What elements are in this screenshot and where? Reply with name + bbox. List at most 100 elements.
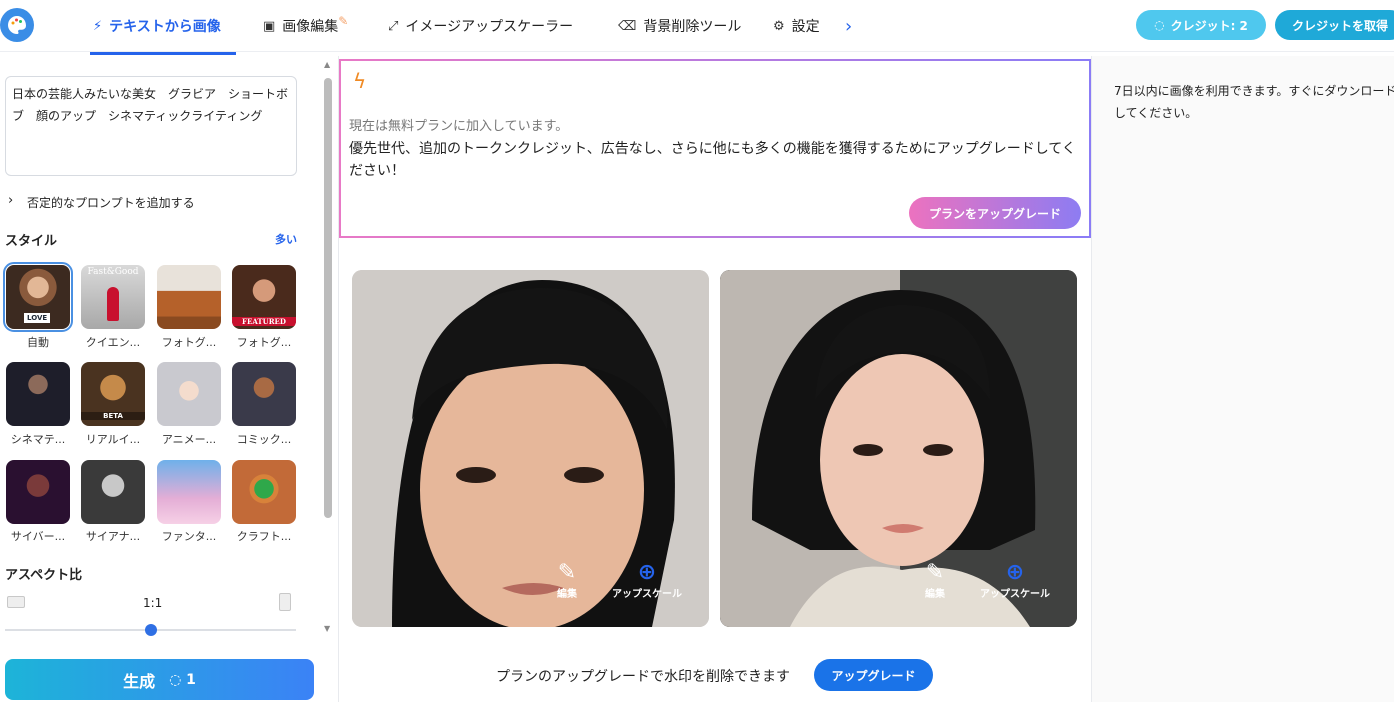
style-label: コミック... [236, 433, 292, 446]
aspect-slider-knob[interactable] [144, 624, 157, 636]
plan-status: 現在は無料プランに加入しています。 [349, 119, 569, 134]
style-label: サイバー... [10, 530, 66, 543]
tab-settings[interactable]: ⚙ 設定 [773, 0, 820, 52]
aspect-heading: アスペクト比 [5, 568, 83, 583]
style-thumb-cyberpunk[interactable] [6, 460, 70, 524]
tab-text-to-image[interactable]: ⚡︎ テキストから画像 [93, 0, 221, 52]
generate-cost: 1 [186, 671, 196, 688]
upgrade-button[interactable]: アップグレード [814, 659, 933, 691]
style-label: シネマテ... [10, 433, 66, 446]
generated-image-2[interactable]: ✎ 編集 ⊕ アップスケール [720, 270, 1077, 627]
style-label: フォトグ... [161, 336, 217, 349]
get-credits-button[interactable]: クレジットを取得 [1275, 10, 1394, 40]
generated-image-1[interactable]: ✎ 編集 ⊕ アップスケール [352, 270, 709, 627]
tab-label: 画像編集 [282, 19, 339, 35]
style-label: クイエン... [85, 336, 141, 349]
aspect-slider-track[interactable] [5, 624, 296, 636]
upscale-label: アップスケール [612, 589, 682, 600]
upgrade-banner: ϟ 現在は無料プランに加入しています。 優先世代、追加のトークンクレジット、広告… [339, 59, 1091, 238]
style-thumb-fantasy[interactable] [157, 460, 221, 524]
image-icon: ▣ [263, 18, 276, 34]
left-panel-scrollbar[interactable]: ▲ ▼ [322, 56, 336, 640]
style-thumb-photo-1[interactable] [157, 265, 221, 329]
edit-button[interactable]: ✎ 編集 [925, 560, 945, 600]
upgrade-plan-label: プランをアップグレード [928, 206, 1061, 221]
style-heading: スタイル [5, 234, 58, 249]
style-thumb-auto[interactable]: LOVE [3, 262, 73, 332]
chevron-right-icon[interactable]: › [845, 0, 852, 52]
edit-label: 編集 [557, 589, 577, 600]
tab-background-remover[interactable]: ⌫ 背景削除ツール [618, 0, 741, 52]
upscale-button[interactable]: ⊕ アップスケール [612, 560, 682, 600]
dancer-figure [107, 287, 119, 321]
scrollbar-thumb[interactable] [324, 78, 332, 518]
style-label: 自動 [27, 336, 49, 349]
upscale-button[interactable]: ⊕ アップスケール [980, 560, 1050, 600]
tab-label: 背景削除ツール [643, 19, 742, 35]
tab-image-edit[interactable]: ▣ 画像編集 ✎ [263, 0, 348, 52]
style-thumb-cinematic[interactable] [6, 362, 70, 426]
watermark-notice: プランのアップグレードで水印を削除できます [496, 669, 790, 685]
zoom-in-icon: ⊕ [637, 560, 657, 585]
style-label: クラフト... [236, 530, 292, 543]
magic-wand-icon: ⚡︎ [93, 18, 103, 34]
upgrade-message: 優先世代、追加のトークンクレジット、広告なし、さらに他にも多くの機能を獲得するた… [349, 141, 1076, 179]
scroll-up-icon[interactable]: ▲ [324, 60, 330, 69]
expand-icon: ⤢ [388, 18, 399, 34]
style-label: ファンタ... [161, 530, 217, 543]
more-styles-link[interactable]: 多い [275, 231, 297, 247]
style-label: サイアナ... [85, 530, 141, 543]
aspect-value: 1:1 [143, 596, 163, 610]
tab-image-upscaler[interactable]: ⤢ イメージアップスケーラー [388, 0, 573, 52]
style-thumb-anime[interactable] [157, 362, 221, 426]
generate-button[interactable]: 生成 ◌ 1 [5, 659, 314, 700]
tab-label: 設定 [791, 19, 820, 35]
tab-label: テキストから画像 [109, 19, 221, 35]
upscale-label: アップスケール [980, 589, 1050, 600]
prompt-input[interactable]: 日本の芸能人みたいな美女 グラビア ショートボブ 顔のアップ シネマティックライ… [5, 76, 297, 176]
brush-decoration-icon: ✎ [338, 14, 349, 28]
style-label: リアルイ... [85, 433, 141, 446]
style-thumb-photo-2[interactable]: FEATURED [232, 265, 296, 329]
edit-button[interactable]: ✎ 編集 [557, 560, 577, 600]
style-label: アニメー... [161, 433, 217, 446]
credit-coin-icon: ◌ 1 [169, 671, 196, 688]
pencil-icon: ✎ [925, 560, 945, 585]
get-credits-label: クレジットを取得 [1291, 18, 1388, 33]
landscape-ratio-icon[interactable] [7, 596, 25, 608]
style-thumb-quick[interactable]: Fast&Good [81, 265, 145, 329]
eraser-icon: ⌫ [618, 18, 637, 34]
style-badge: LOVE [24, 313, 51, 323]
style-badge: BETA [81, 412, 145, 420]
style-thumb-realistic[interactable]: BETA [81, 362, 145, 426]
upgrade-label: アップグレード [831, 668, 916, 683]
generate-label: 生成 [123, 671, 156, 691]
download-notice: 7日以内に画像を利用できます。すぐにダウンロードしてください。 [1114, 84, 1394, 120]
settings-panel: 日本の芸能人みたいな美女 グラビア ショートボブ 顔のアップ シネマティックライ… [0, 56, 322, 702]
right-panel: 7日以内に画像を利用できます。すぐにダウンロードしてください。 [1091, 56, 1394, 702]
credits-badge[interactable]: ◌ クレジット: 2 [1136, 10, 1266, 40]
style-badge: Fast&Good [87, 267, 139, 277]
edit-label: 編集 [925, 589, 945, 600]
style-thumb-cyanotype[interactable] [81, 460, 145, 524]
style-thumb-craft[interactable] [232, 460, 296, 524]
top-navigation: ⚡︎ テキストから画像 ▣ 画像編集 ✎ ⤢ イメージアップスケーラー ⌫ 背景… [0, 0, 1394, 55]
style-thumb-comic[interactable] [232, 362, 296, 426]
portrait-ratio-icon[interactable] [279, 593, 291, 611]
results-area: ϟ 現在は無料プランに加入しています。 優先世代、追加のトークンクレジット、広告… [338, 56, 1091, 702]
chevron-right-icon[interactable]: › [8, 193, 13, 208]
scroll-down-icon[interactable]: ▼ [324, 624, 330, 633]
style-label: フォトグ... [236, 336, 292, 349]
tab-label: イメージアップスケーラー [405, 19, 574, 35]
lightning-icon: ϟ [353, 69, 367, 93]
style-badge: FEATURED [232, 317, 296, 326]
zoom-in-icon: ⊕ [1005, 560, 1025, 585]
upgrade-plan-button[interactable]: プランをアップグレード [909, 197, 1081, 229]
palette-logo-icon[interactable] [0, 8, 34, 42]
pencil-icon: ✎ [557, 560, 577, 585]
active-tab-indicator [90, 52, 236, 55]
coin-icon: ◌ [1154, 18, 1165, 32]
credits-label: クレジット: 2 [1170, 18, 1248, 33]
gear-icon: ⚙ [773, 18, 785, 34]
negative-prompt-toggle[interactable]: 否定的なプロンプトを追加する [27, 194, 195, 211]
